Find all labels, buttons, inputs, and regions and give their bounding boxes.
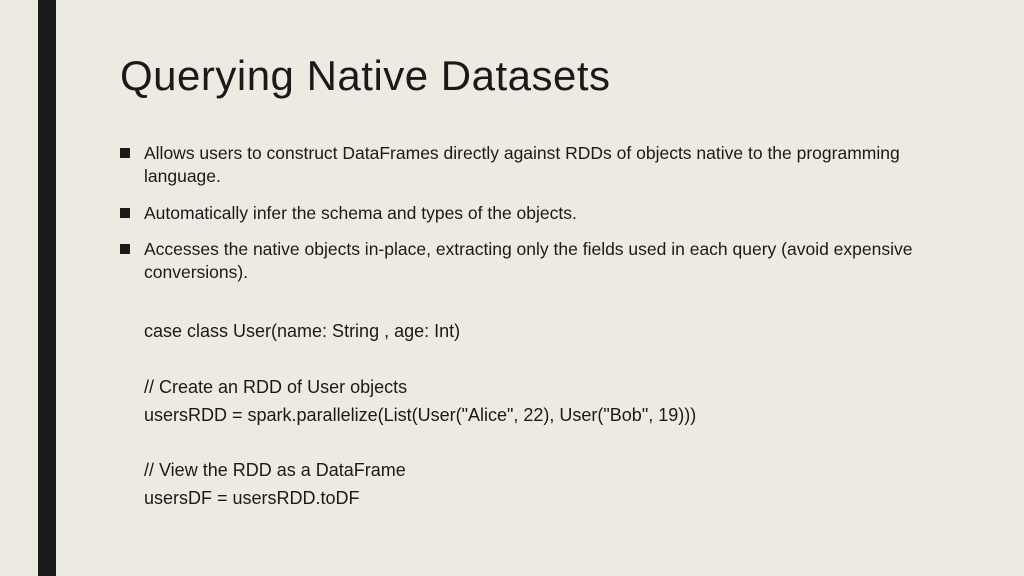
code-block: case class User(name: String , age: Int)…	[144, 318, 964, 513]
square-bullet-icon	[120, 244, 130, 254]
bullet-item: Accesses the native objects in-place, ex…	[120, 238, 964, 284]
bullet-list: Allows users to construct DataFrames dir…	[120, 142, 964, 284]
square-bullet-icon	[120, 148, 130, 158]
bullet-text: Allows users to construct DataFrames dir…	[144, 142, 964, 188]
code-spacer	[144, 429, 964, 457]
bullet-item: Allows users to construct DataFrames dir…	[120, 142, 964, 188]
code-line: usersRDD = spark.parallelize(List(User("…	[144, 402, 964, 430]
bullet-item: Automatically infer the schema and types…	[120, 202, 964, 225]
bullet-text: Automatically infer the schema and types…	[144, 202, 964, 225]
code-line: // View the RDD as a DataFrame	[144, 457, 964, 485]
slide-content: Querying Native Datasets Allows users to…	[120, 52, 964, 513]
square-bullet-icon	[120, 208, 130, 218]
code-spacer	[144, 346, 964, 374]
code-line: case class User(name: String , age: Int)	[144, 318, 964, 346]
slide-title: Querying Native Datasets	[120, 52, 964, 100]
code-line: usersDF = usersRDD.toDF	[144, 485, 964, 513]
bullet-text: Accesses the native objects in-place, ex…	[144, 238, 964, 284]
slide-accent-bar	[38, 0, 56, 576]
code-line: // Create an RDD of User objects	[144, 374, 964, 402]
